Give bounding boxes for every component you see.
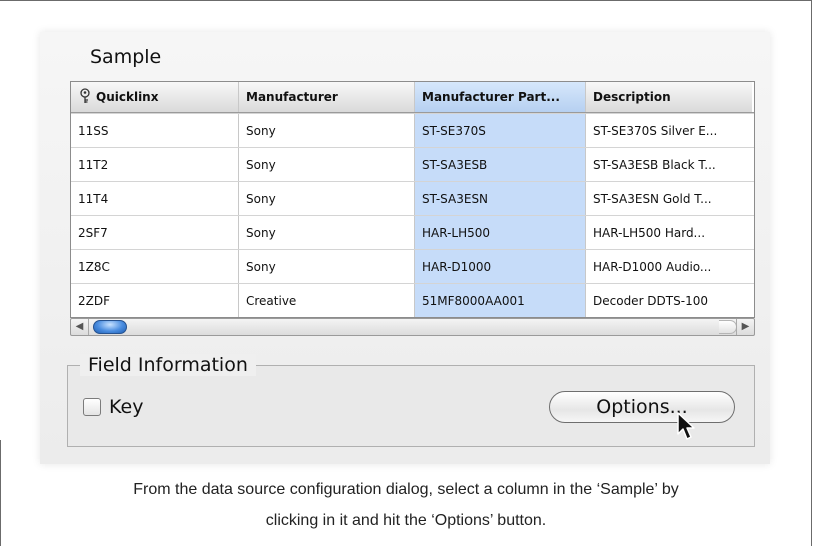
scroll-left-arrow-icon[interactable]: ◀ xyxy=(71,319,89,335)
column-header-manufacturer[interactable]: Manufacturer xyxy=(239,82,415,112)
table-cell[interactable]: Sony xyxy=(239,114,415,147)
table-cell[interactable]: 2ZDF xyxy=(71,284,239,317)
table-cell[interactable]: Sony xyxy=(239,148,415,181)
table-row[interactable]: 1Z8C Sony HAR-D1000 HAR-D1000 Audio... xyxy=(71,249,754,283)
table-row[interactable]: 2ZDF Creative 51MF8000AA001 Decoder DDTS-10… xyxy=(71,283,754,317)
table-cell[interactable]: ST-SA3ESB xyxy=(415,148,586,181)
table-cell[interactable]: 2SF7 xyxy=(71,216,239,249)
table-cell[interactable]: Decoder DDTS-100 xyxy=(586,284,752,317)
table-cell[interactable]: 11T4 xyxy=(71,182,239,215)
field-information-legend: Field Information xyxy=(80,354,256,376)
table-cell[interactable]: 51MF8000AA001 xyxy=(415,284,586,317)
table-row[interactable]: 11SS Sony ST-SE370S ST-SE370S Silver E... xyxy=(71,113,754,147)
column-header-label: Quicklinx xyxy=(96,90,159,104)
table-cell[interactable]: Sony xyxy=(239,182,415,215)
table-cell[interactable]: ST-SE370S Silver E... xyxy=(586,114,752,147)
table-row[interactable]: 11T4 Sony ST-SA3ESN ST-SA3ESN Gold T... xyxy=(71,181,754,215)
table-cell[interactable]: 1Z8C xyxy=(71,250,239,283)
table-cell[interactable]: ST-SA3ESN xyxy=(415,182,586,215)
table-header-row: Quicklinx Manufacturer Manufacturer Part… xyxy=(71,82,754,113)
horizontal-scrollbar[interactable]: ◀ ▶ xyxy=(70,318,755,336)
table-row[interactable]: 2SF7 Sony HAR-LH500 HAR-LH500 Hard... xyxy=(71,215,754,249)
table-cell[interactable]: ST-SA3ESB Black T... xyxy=(586,148,752,181)
scroll-right-arrow-icon[interactable]: ▶ xyxy=(736,319,754,335)
key-checkbox[interactable] xyxy=(83,398,101,416)
table-cell[interactable]: HAR-D1000 xyxy=(415,250,586,283)
table-cell[interactable]: ST-SE370S xyxy=(415,114,586,147)
options-button[interactable]: Options... xyxy=(549,391,735,423)
table-cell[interactable]: 11T2 xyxy=(71,148,239,181)
table-cell[interactable]: ST-SA3ESN Gold T... xyxy=(586,182,752,215)
scroll-thumb[interactable] xyxy=(93,320,127,334)
table-cell[interactable]: HAR-LH500 Hard... xyxy=(586,216,752,249)
column-header-manufacturer-part[interactable]: Manufacturer Part... xyxy=(415,82,586,112)
table-cell[interactable]: 11SS xyxy=(71,114,239,147)
sample-table: Quicklinx Manufacturer Manufacturer Part… xyxy=(70,81,755,318)
caption-line-2: clicking in it and hit the ‘Options’ but… xyxy=(265,512,547,529)
key-icon xyxy=(80,88,90,103)
sample-title: Sample xyxy=(90,46,162,68)
caption-line-1: From the data source configuration dialo… xyxy=(133,481,679,498)
mouse-pointer-icon xyxy=(677,412,695,440)
scroll-track-end xyxy=(719,320,737,334)
key-checkbox-label[interactable]: Key xyxy=(109,396,143,418)
table-row[interactable]: 11T2 Sony ST-SA3ESB ST-SA3ESB Black T... xyxy=(71,147,754,181)
column-header-description[interactable]: Description xyxy=(586,82,752,112)
table-cell[interactable]: Sony xyxy=(239,216,415,249)
caption: From the data source configuration dialo… xyxy=(0,474,812,536)
table-cell[interactable]: HAR-D1000 Audio... xyxy=(586,250,752,283)
table-cell[interactable]: Creative xyxy=(239,284,415,317)
column-header-quicklinx[interactable]: Quicklinx xyxy=(71,82,239,112)
table-cell[interactable]: HAR-LH500 xyxy=(415,216,586,249)
table-cell[interactable]: Sony xyxy=(239,250,415,283)
